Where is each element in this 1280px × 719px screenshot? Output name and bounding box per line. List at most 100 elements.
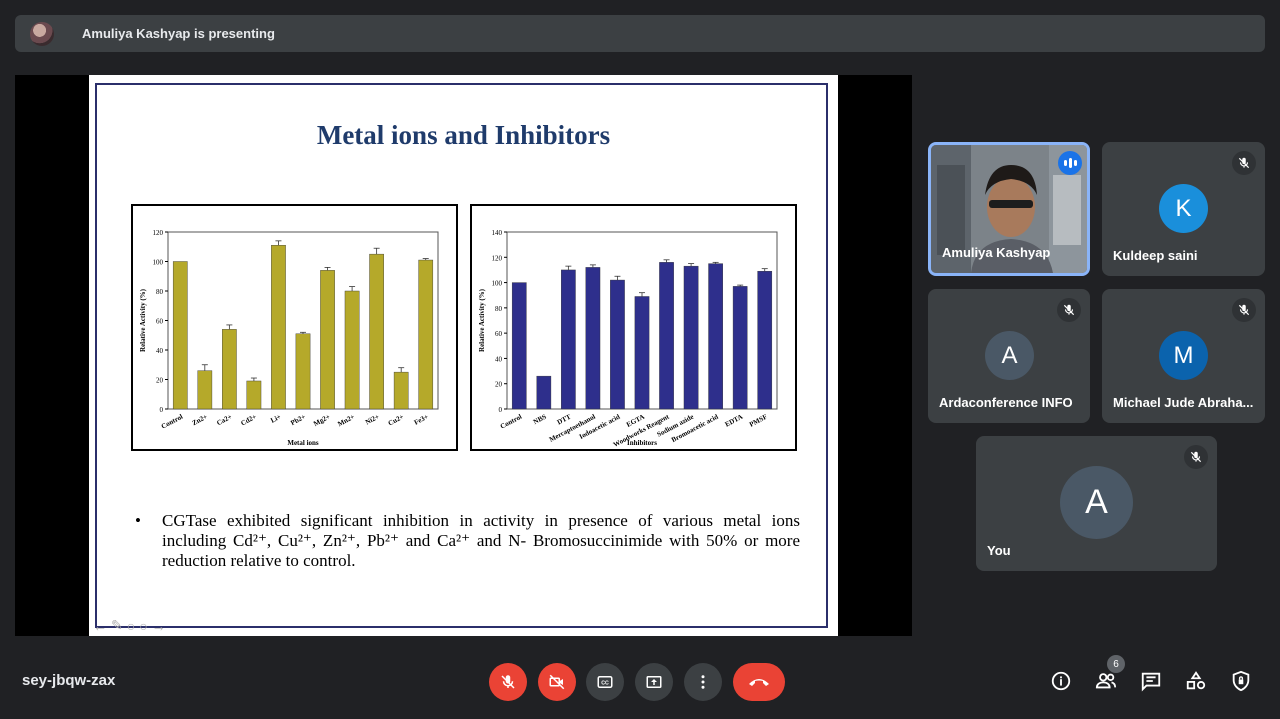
leave-call-button[interactable] — [733, 663, 785, 701]
bar — [271, 245, 286, 410]
presentation-stage[interactable]: Metal ions and Inhibitors 0 20 40 60 80 100 12… — [15, 75, 912, 636]
bar — [708, 263, 723, 410]
mic-toggle-button[interactable] — [489, 663, 527, 701]
x-tick-label: Mn2+ — [336, 413, 356, 429]
inhibitors-chart: 0 20 40 60 80 100 120 140 Relative Activity (%) C… — [470, 204, 797, 451]
y-tick-label: 120 — [153, 229, 164, 237]
captions-icon: CC — [597, 676, 613, 688]
bar — [369, 253, 384, 410]
y-tick-label: 60 — [495, 330, 503, 338]
y-tick-label: 60 — [156, 318, 164, 326]
bar — [511, 282, 527, 410]
svg-text:CC: CC — [601, 681, 609, 687]
x-tick-label: EDTA — [724, 413, 744, 429]
x-tick-label: NBS — [532, 413, 548, 427]
pen-icon[interactable]: ✎ — [111, 617, 123, 634]
y-tick-label: 140 — [492, 229, 503, 237]
y-tick-label: 80 — [156, 288, 164, 296]
activities-button[interactable] — [1183, 668, 1209, 694]
menu-icon[interactable]: ○ — [139, 618, 147, 634]
participant-avatar: K — [1159, 184, 1208, 233]
participant-name: Kuldeep saini — [1113, 248, 1198, 263]
slide-bullet: • CGTase exhibited significant inhibitio… — [135, 511, 800, 571]
x-axis-label: Inhibitors — [627, 439, 657, 447]
slide: Metal ions and Inhibitors 0 20 40 60 80 100 12… — [89, 75, 838, 636]
participant-name: Michael Jude Abraha... — [1113, 395, 1254, 410]
zoom-out-icon[interactable]: ○ — [127, 618, 135, 634]
x-tick-label: Ni2+ — [364, 413, 381, 427]
y-tick-label: 0 — [160, 406, 164, 414]
y-tick-label: 100 — [492, 280, 503, 288]
mic-muted-icon — [1184, 445, 1208, 469]
participant-avatar: A — [1060, 466, 1133, 539]
participant-name: You — [987, 543, 1011, 558]
participant-tile-kuldeep[interactable]: K Kuldeep saini — [1102, 142, 1265, 276]
x-tick-label: Fe3+ — [413, 413, 430, 427]
x-tick-label: Pb2+ — [289, 413, 307, 427]
bar — [585, 267, 601, 410]
y-tick-label: 0 — [499, 406, 503, 414]
participant-tile-ardaconference[interactable]: A Ardaconference INFO — [928, 289, 1090, 423]
bar — [418, 259, 434, 410]
y-axis-label: Relative Activity (%) — [139, 288, 147, 352]
x-tick-label: Cd2+ — [240, 413, 258, 428]
bar — [393, 371, 409, 410]
bar — [732, 286, 748, 410]
people-count-badge: 6 — [1107, 655, 1125, 673]
bar — [295, 333, 311, 410]
people-icon — [1095, 673, 1117, 689]
metal-ions-chart-svg: 0 20 40 60 80 100 120 Relative Activity (%) Cont… — [139, 229, 439, 447]
inhibitors-chart-svg: 0 20 40 60 80 100 120 140 Relative Activity (%) C… — [478, 229, 778, 449]
participant-tile-amuliya[interactable]: Amuliya Kashyap — [928, 142, 1090, 276]
participant-tile-michael[interactable]: M Michael Jude Abraha... — [1102, 289, 1265, 423]
metal-ions-chart: 0 20 40 60 80 100 120 Relative Activity (%) Cont… — [131, 204, 458, 451]
bullet-text: CGTase exhibited significant inhibition … — [162, 511, 800, 570]
x-tick-label: Zn2+ — [191, 413, 209, 428]
mic-muted-icon — [1232, 298, 1256, 322]
bar — [344, 290, 360, 410]
participant-name: Amuliya Kashyap — [942, 245, 1051, 260]
y-tick-label: 20 — [156, 377, 164, 385]
presenter-bar: Amuliya Kashyap is presenting — [15, 15, 1265, 52]
meeting-details-button[interactable] — [1048, 668, 1074, 694]
bar — [172, 261, 188, 410]
bar — [659, 262, 674, 410]
bar — [757, 270, 773, 410]
participant-name: Ardaconference INFO — [939, 395, 1073, 410]
bar — [246, 380, 262, 410]
bar — [683, 265, 699, 410]
camera-toggle-button[interactable] — [538, 663, 576, 701]
x-axis-label: Metal ions — [287, 439, 319, 447]
more-options-button[interactable] — [684, 663, 722, 701]
bar — [610, 279, 625, 410]
y-tick-label: 40 — [156, 347, 164, 355]
chat-button[interactable] — [1138, 668, 1164, 694]
camera-off-icon — [549, 674, 565, 690]
y-tick-label: 40 — [495, 355, 503, 363]
mic-muted-icon — [1057, 298, 1081, 322]
info-icon — [1051, 671, 1071, 691]
presenter-text: Amuliya Kashyap is presenting — [82, 26, 275, 41]
bar — [320, 270, 335, 410]
mic-muted-icon — [1232, 151, 1256, 175]
presenter-avatar — [30, 21, 54, 46]
prev-arrow-icon[interactable]: ← — [93, 618, 107, 634]
bar — [197, 370, 213, 410]
captions-button[interactable]: CC — [586, 663, 624, 701]
x-tick-label: Li+ — [269, 413, 282, 425]
present-now-button[interactable] — [635, 663, 673, 701]
host-controls-button[interactable] — [1228, 668, 1254, 694]
bar — [561, 269, 576, 410]
x-tick-label: Ca2+ — [215, 413, 233, 428]
mic-off-icon — [501, 675, 515, 689]
present-screen-icon — [646, 676, 662, 688]
slide-nav[interactable]: ← ✎ ○ ○ → — [93, 617, 166, 634]
y-tick-label: 80 — [495, 305, 503, 313]
bar — [536, 375, 552, 410]
meeting-code: sey-jbqw-zax — [22, 672, 116, 689]
next-arrow-icon[interactable]: → — [152, 618, 166, 634]
participant-avatar: A — [985, 331, 1034, 380]
x-tick-label: PMSF — [748, 413, 769, 429]
x-tick-label: Control — [499, 413, 523, 431]
participant-tile-you[interactable]: A You — [976, 436, 1217, 571]
